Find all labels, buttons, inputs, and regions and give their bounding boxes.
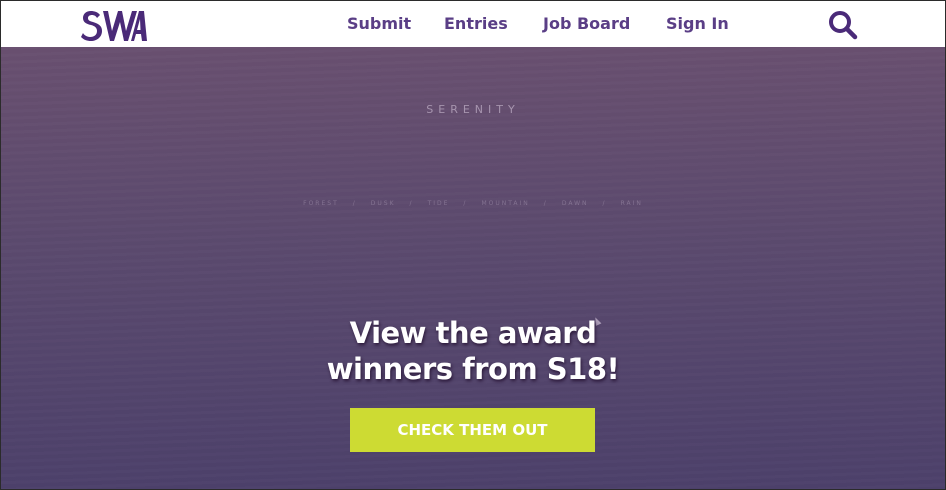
hero-subnav: FOREST / DUSK / TIDE / MOUNTAIN / DAWN / RAIN	[1, 200, 945, 207]
check-them-out-button[interactable]: CHECK THEM OUT	[350, 408, 595, 452]
subnav-separator: /	[543, 200, 548, 207]
subnav-separator: /	[602, 200, 607, 207]
nav-job-board[interactable]: Job Board	[543, 1, 630, 47]
subnav-item[interactable]: DUSK	[371, 200, 396, 207]
hero-banner: SERENITY FOREST / DUSK / TIDE / MOUNTAIN / DAWN /…	[1, 47, 945, 489]
subnav-item[interactable]: TIDE	[428, 200, 450, 207]
subnav-item[interactable]: FOREST	[303, 200, 339, 207]
subnav-separator: /	[352, 200, 357, 207]
site-header: Submit Entries Job Board Sign In	[1, 1, 945, 47]
nav-entries[interactable]: Entries	[444, 1, 508, 47]
headline-line-2: winners from S18!	[326, 352, 620, 386]
browser-viewport: Submit Entries Job Board Sign In SERENIT…	[0, 0, 946, 490]
subnav-separator: /	[409, 200, 414, 207]
subnav-item[interactable]: RAIN	[621, 200, 643, 207]
hero-kicker: SERENITY	[426, 103, 520, 116]
nav-submit[interactable]: Submit	[347, 1, 411, 47]
subnav-separator: /	[463, 200, 468, 207]
subnav-item[interactable]: DAWN	[562, 200, 589, 207]
search-button[interactable]	[827, 9, 859, 41]
nav-sign-in[interactable]: Sign In	[666, 1, 729, 47]
search-icon	[829, 11, 858, 40]
subnav-item[interactable]: MOUNTAIN	[481, 200, 529, 207]
headline-line-1: View the award	[349, 316, 597, 350]
hero-headline: View the award winners from S18!	[1, 315, 945, 387]
swa-logo[interactable]	[81, 7, 147, 43]
